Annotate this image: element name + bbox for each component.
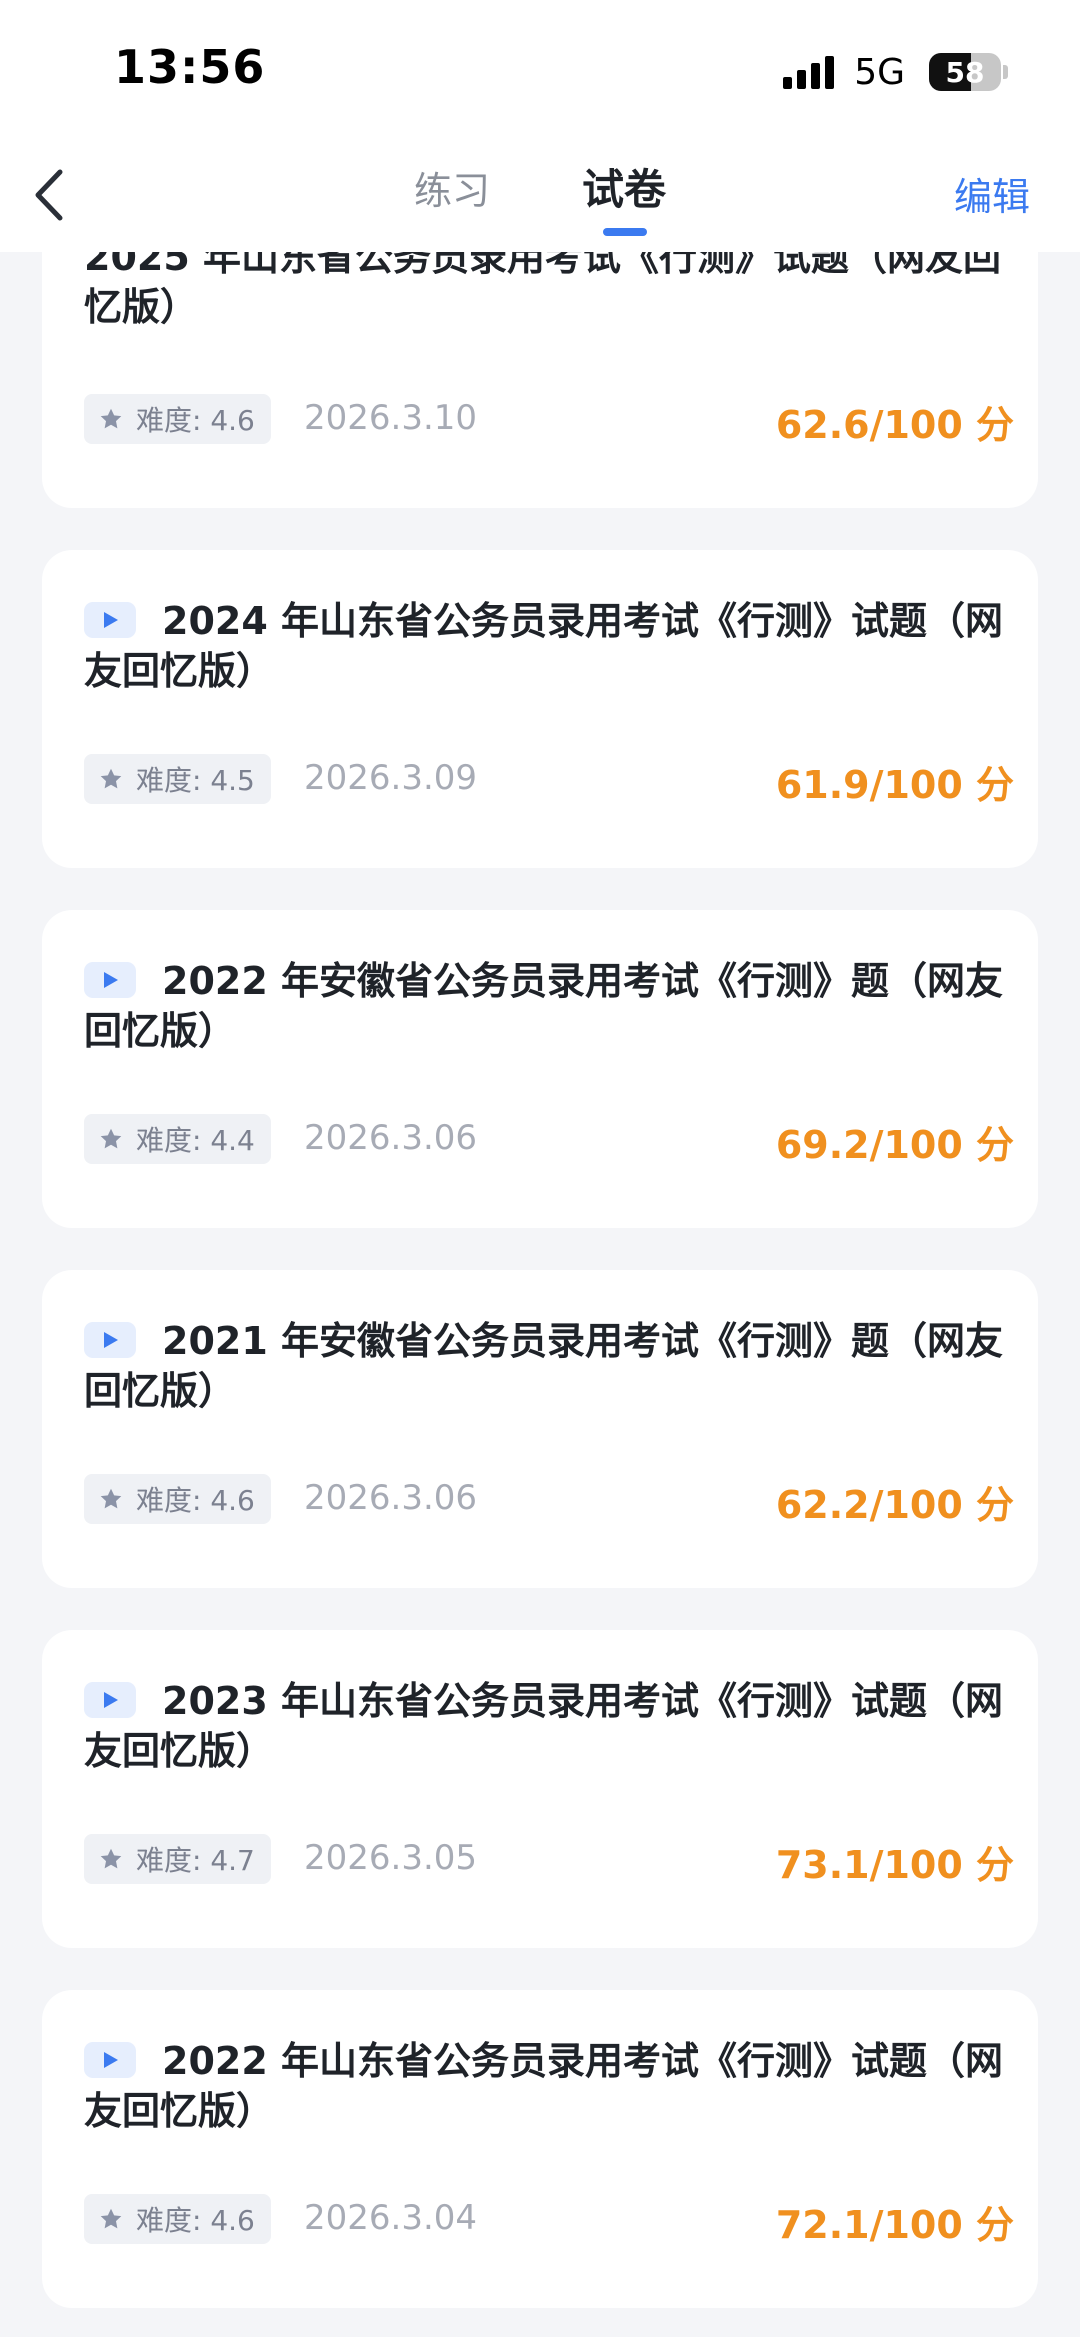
exam-title-row: 2024 年山东省公务员录用考试《行测》试题（网友回忆版） xyxy=(84,596,1014,696)
star-icon xyxy=(100,2208,122,2229)
exam-date: 2026.3.10 xyxy=(304,398,478,438)
exam-score: 62.6/100 分 xyxy=(775,403,1014,447)
star-icon xyxy=(100,768,122,789)
exam-meta-row: 难度: 4.6 2026.3.10 62.6/100 分 xyxy=(84,394,1014,447)
difficulty-tag: 难度: 4.6 xyxy=(84,2194,271,2244)
exam-score: 61.9/100 分 xyxy=(775,763,1014,807)
status-indicators: 5G 58 xyxy=(783,51,1008,93)
edit-button[interactable]: 编辑 xyxy=(954,166,1030,221)
difficulty-tag: 难度: 4.5 xyxy=(84,754,271,804)
exam-paper-card[interactable]: 2022 年山东省公务员录用考试《行测》试题（网友回忆版） 难度: 4.6 2026… xyxy=(42,1990,1038,2308)
exam-title-row: 2021 年安徽省公务员录用考试《行测》题（网友回忆版） xyxy=(84,1316,1014,1416)
difficulty-value: 难度: 4.6 xyxy=(136,2204,255,2237)
back-button[interactable] xyxy=(26,162,76,228)
play-icon xyxy=(84,1321,136,1358)
exam-meta-row: 难度: 4.4 2026.3.06 69.2/100 分 xyxy=(84,1114,1014,1167)
exam-date: 2026.3.04 xyxy=(304,2198,478,2238)
exam-date: 2026.3.09 xyxy=(304,758,478,798)
difficulty-tag: 难度: 4.6 xyxy=(84,1474,271,1524)
play-icon xyxy=(84,961,136,998)
network-type: 5G xyxy=(854,51,905,93)
difficulty-value: 难度: 4.5 xyxy=(136,764,255,797)
difficulty-value: 难度: 4.6 xyxy=(136,1484,255,1517)
exam-date: 2026.3.06 xyxy=(304,1118,478,1158)
exam-paper-card[interactable]: 2021 年安徽省公务员录用考试《行测》题（网友回忆版） 难度: 4.6 2026.… xyxy=(42,1270,1038,1588)
star-icon xyxy=(100,1488,122,1509)
play-icon xyxy=(84,601,136,638)
status-time: 13:56 xyxy=(114,40,266,94)
star-icon xyxy=(100,1848,122,1869)
star-icon xyxy=(100,1128,122,1149)
difficulty-value: 难度: 4.4 xyxy=(136,1124,255,1157)
exam-title: 2022 年安徽省公务员录用考试《行测》题（网友回忆版） xyxy=(84,959,1003,1053)
exam-title-row: 2022 年安徽省公务员录用考试《行测》题（网友回忆版） xyxy=(84,956,1014,1056)
exam-score: 72.1/100 分 xyxy=(775,2203,1014,2247)
exam-date: 2026.3.06 xyxy=(304,1478,478,1518)
chevron-left-icon xyxy=(35,169,63,221)
battery-icon: 58 xyxy=(929,53,1001,91)
difficulty-tag: 难度: 4.4 xyxy=(84,1114,271,1164)
difficulty-tag: 难度: 4.7 xyxy=(84,1834,271,1884)
status-bar: 13:56 5G 58 xyxy=(0,0,1080,140)
battery-tip xyxy=(1003,65,1008,79)
exam-title-row: 2023 年山东省公务员录用考试《行测》试题（网友回忆版） xyxy=(84,1676,1014,1776)
exam-meta-row: 难度: 4.5 2026.3.09 61.9/100 分 xyxy=(84,754,1014,807)
exam-paper-card[interactable]: 2024 年山东省公务员录用考试《行测》试题（网友回忆版） 难度: 4.5 2026… xyxy=(42,550,1038,868)
exam-title: 2021 年安徽省公务员录用考试《行测》题（网友回忆版） xyxy=(84,1319,1003,1413)
exam-paper-card[interactable]: 2022 年安徽省公务员录用考试《行测》题（网友回忆版） 难度: 4.4 2026.… xyxy=(42,910,1038,1228)
exam-score: 69.2/100 分 xyxy=(775,1123,1014,1167)
exam-paper-card[interactable]: 2023 年山东省公务员录用考试《行测》试题（网友回忆版） 难度: 4.7 2026… xyxy=(42,1630,1038,1948)
star-icon xyxy=(100,408,122,429)
exam-title: 2024 年山东省公务员录用考试《行测》试题（网友回忆版） xyxy=(84,599,1003,693)
difficulty-value: 难度: 4.6 xyxy=(136,404,255,437)
exam-title: 2023 年山东省公务员录用考试《行测》试题（网友回忆版） xyxy=(84,1679,1003,1773)
exam-title: 2022 年山东省公务员录用考试《行测》试题（网友回忆版） xyxy=(84,2039,1003,2133)
exam-date: 2026.3.05 xyxy=(304,1838,478,1878)
difficulty-value: 难度: 4.7 xyxy=(136,1844,255,1877)
tab-exam-papers[interactable]: 试卷 xyxy=(582,156,666,217)
exam-score: 62.2/100 分 xyxy=(775,1483,1014,1527)
active-tab-indicator xyxy=(603,228,647,236)
battery-percentage: 58 xyxy=(945,55,985,89)
top-bar: 13:56 5G 58 练习 试卷 编辑 xyxy=(0,0,1080,252)
exam-title-row: 2022 年山东省公务员录用考试《行测》试题（网友回忆版） xyxy=(84,2036,1014,2136)
navigation-bar: 练习 试卷 编辑 xyxy=(0,140,1080,252)
exam-meta-row: 难度: 4.6 2026.3.06 62.2/100 分 xyxy=(84,1474,1014,1527)
exam-score: 73.1/100 分 xyxy=(775,1843,1014,1887)
tab-practice[interactable]: 练习 xyxy=(414,160,490,215)
exam-meta-row: 难度: 4.6 2026.3.04 72.1/100 分 xyxy=(84,2194,1014,2247)
difficulty-tag: 难度: 4.6 xyxy=(84,394,271,444)
exam-meta-row: 难度: 4.7 2026.3.05 73.1/100 分 xyxy=(84,1834,1014,1887)
signal-strength-icon xyxy=(783,55,835,89)
play-icon xyxy=(84,1681,136,1718)
play-icon xyxy=(84,2041,136,2078)
